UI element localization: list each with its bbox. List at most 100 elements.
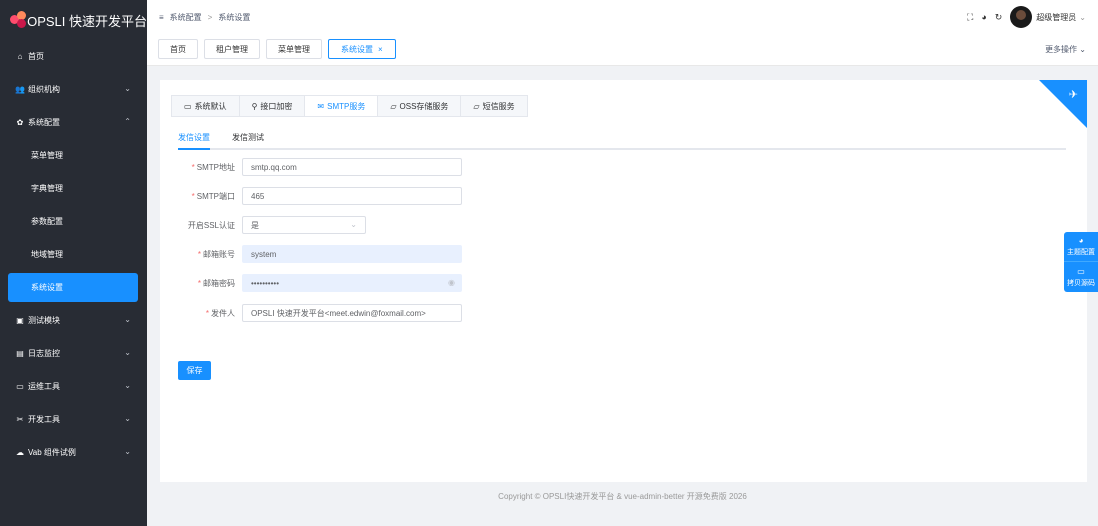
sender-label: * 发件人: [205, 308, 235, 318]
subtab[interactable]: 发信设置: [178, 130, 210, 150]
tab-icon: ⚲: [251, 101, 258, 111]
ssl-select[interactable]: 是 ⌄: [242, 216, 366, 234]
theme-config-label: 主题配置: [1067, 249, 1095, 256]
refresh-icon[interactable]: ↻: [995, 12, 1003, 23]
settings-tab[interactable]: ▭ 系统默认: [172, 96, 240, 116]
sidebar-item[interactable]: ▤ 日志监控 ⌄: [0, 337, 147, 370]
form-row-smtp-host: * SMTP地址 smtp.qq.com: [178, 158, 462, 176]
logo[interactable]: OPSLI 快速开发平台: [0, 0, 147, 40]
briefcase-icon: ▣: [16, 316, 24, 325]
sidebar-item[interactable]: ✂ 开发工具 ⌄: [0, 403, 147, 436]
smtp-host-input[interactable]: smtp.qq.com: [242, 158, 462, 176]
breadcrumb-item[interactable]: 系统配置: [170, 12, 202, 23]
sidebar-item-label: 运维工具: [28, 382, 60, 391]
gear-icon: ✿: [16, 118, 24, 127]
chevron-icon: ⌄: [124, 315, 131, 324]
eye-icon[interactable]: ◉: [448, 278, 455, 287]
chevron-icon: ⌄: [124, 381, 131, 390]
sidebar-item[interactable]: ☁ Vab 组件试例 ⌄: [0, 436, 147, 469]
home-icon: ⌂: [17, 52, 23, 61]
user-name[interactable]: 超级管理员: [1036, 12, 1076, 23]
save-button[interactable]: 保存: [178, 361, 211, 380]
sidebar-item[interactable]: 字典管理: [0, 172, 147, 205]
more-actions-button[interactable]: 更多操作 ⌄: [1045, 44, 1086, 55]
copy-source-button[interactable]: ▭ 拷贝源码: [1064, 262, 1098, 292]
main-content: ✈ ▭ 系统默认 ⚲ 接口加密 ✉ SMTP服务 ▱ OSS存储服务 ▱ 短信服务 发信设置 发信测…: [160, 80, 1087, 482]
tab-icon: ▱: [473, 101, 480, 111]
tab-label: 菜单管理: [278, 44, 310, 54]
password-input[interactable]: •••••••••• ◉: [242, 274, 462, 292]
tab[interactable]: 菜单管理: [266, 39, 322, 59]
form-row-password: * 邮箱密码 •••••••••• ◉: [178, 274, 462, 292]
sidebar-item[interactable]: 参数配置: [0, 205, 147, 238]
sidebar: OPSLI 快速开发平台 ⌂ 首页 👥 组织机构 ⌄ ✿ 系统配置 ⌃ 菜单管理 字典管理参数配置…: [0, 0, 147, 526]
tab-icon: ▭: [184, 101, 192, 111]
ssl-value: 是: [251, 220, 259, 230]
settings-tab[interactable]: ▱ OSS存储服务: [378, 96, 462, 116]
sidebar-item-label: 开发工具: [28, 415, 60, 424]
form-row-ssl: 开启SSL认证 是 ⌄: [178, 216, 366, 234]
sidebar-item[interactable]: 菜单管理: [0, 139, 147, 172]
password-value: ••••••••••: [251, 278, 280, 288]
theme-config-button[interactable]: ◕ 主题配置: [1064, 232, 1098, 262]
sidebar-item-label: 地域管理: [31, 250, 63, 259]
header: ≡ 系统配置 > 系统设置 ⛶ ◕ ↻ 超级管理员 ⌄ 首页 租户管理 菜单管理 系统…: [147, 0, 1098, 66]
tab-icon: ✉: [317, 101, 325, 111]
subtab[interactable]: 发信测试: [232, 130, 264, 150]
tab[interactable]: 租户管理: [204, 39, 260, 59]
breadcrumb: ≡ 系统配置 > 系统设置: [159, 12, 250, 23]
corner-ribbon[interactable]: [1039, 80, 1087, 128]
fullscreen-icon[interactable]: ⛶: [967, 12, 973, 23]
chevron-down-icon[interactable]: ⌄: [1079, 13, 1086, 22]
sidebar-item[interactable]: 系统设置: [8, 273, 138, 302]
settings-tabs: ▭ 系统默认 ⚲ 接口加密 ✉ SMTP服务 ▱ OSS存储服务 ▱ 短信服务: [171, 95, 528, 117]
sidebar-item-label: 组织机构: [28, 85, 60, 94]
avatar[interactable]: [1010, 6, 1033, 28]
footer: Copyright © OPSLI快速开发平台 & vue-admin-bett…: [498, 491, 747, 501]
chevron-icon: ⌄: [124, 414, 131, 423]
floating-tools: ◕ 主题配置 ▭ 拷贝源码: [1064, 232, 1098, 292]
sidebar-item[interactable]: ▣ 测试模块 ⌄: [0, 304, 147, 337]
settings-tab-label: SMTP服务: [327, 101, 366, 111]
sidebar-item-label: Vab 组件试例: [28, 448, 76, 457]
palette-icon: ◕: [1078, 236, 1084, 245]
tab[interactable]: 首页: [158, 39, 198, 59]
sidebar-item[interactable]: 地域管理: [0, 238, 147, 271]
sidebar-item-label: 测试模块: [28, 316, 60, 325]
smtp-subtabs: 发信设置 发信测试: [178, 130, 1066, 150]
smtp-port-input[interactable]: 465: [242, 187, 462, 205]
tab[interactable]: 系统设置 ×: [328, 39, 396, 59]
tab-icon: ▱: [390, 101, 397, 111]
chevron-icon: ⌄: [124, 447, 131, 456]
plane-icon: ✈: [1068, 89, 1078, 101]
account-input[interactable]: system: [242, 245, 462, 263]
logo-icon: [10, 11, 26, 29]
chat-icon: ☁: [16, 448, 24, 457]
ssl-label: 开启SSL认证: [187, 220, 235, 230]
settings-tab[interactable]: ⚲ 接口加密: [240, 96, 306, 116]
settings-tab-label: OSS存储服务: [399, 101, 449, 111]
menu-fold-icon[interactable]: ≡: [159, 13, 164, 22]
sender-input[interactable]: OPSLI 快速开发平台<meet.edwin@foxmail.com>: [242, 304, 462, 322]
theme-icon[interactable]: ◕: [981, 12, 986, 22]
monitor-icon: ▭: [1077, 266, 1085, 276]
chevron-icon: ⌄: [124, 348, 131, 357]
sidebar-item-label: 首页: [28, 52, 44, 61]
sidebar-item[interactable]: 👥 组织机构 ⌄: [0, 73, 147, 106]
chevron-icon: ⌃: [124, 117, 131, 126]
sidebar-item[interactable]: ✿ 系统配置 ⌃: [0, 106, 147, 139]
smtp-port-label: * SMTP端口: [191, 191, 235, 201]
laptop-icon: ▭: [16, 382, 24, 391]
sidebar-item-label: 系统设置: [31, 283, 63, 292]
sidebar-item[interactable]: ▭ 运维工具 ⌄: [0, 370, 147, 403]
sidebar-item[interactable]: ⌂ 首页: [0, 40, 147, 73]
settings-tab[interactable]: ✉ SMTP服务: [305, 96, 379, 116]
close-icon[interactable]: ×: [378, 45, 383, 54]
header-actions: ⛶ ◕ ↻ 超级管理员 ⌄: [967, 6, 1086, 28]
settings-tab[interactable]: ▱ 短信服务: [461, 96, 526, 116]
tab-label: 系统设置: [341, 44, 373, 54]
app-title: OPSLI 快速开发平台: [27, 13, 147, 29]
sidebar-item-label: 参数配置: [31, 217, 63, 226]
form-row-smtp-port: * SMTP端口 465: [178, 187, 462, 205]
settings-tab-label: 短信服务: [482, 101, 515, 111]
